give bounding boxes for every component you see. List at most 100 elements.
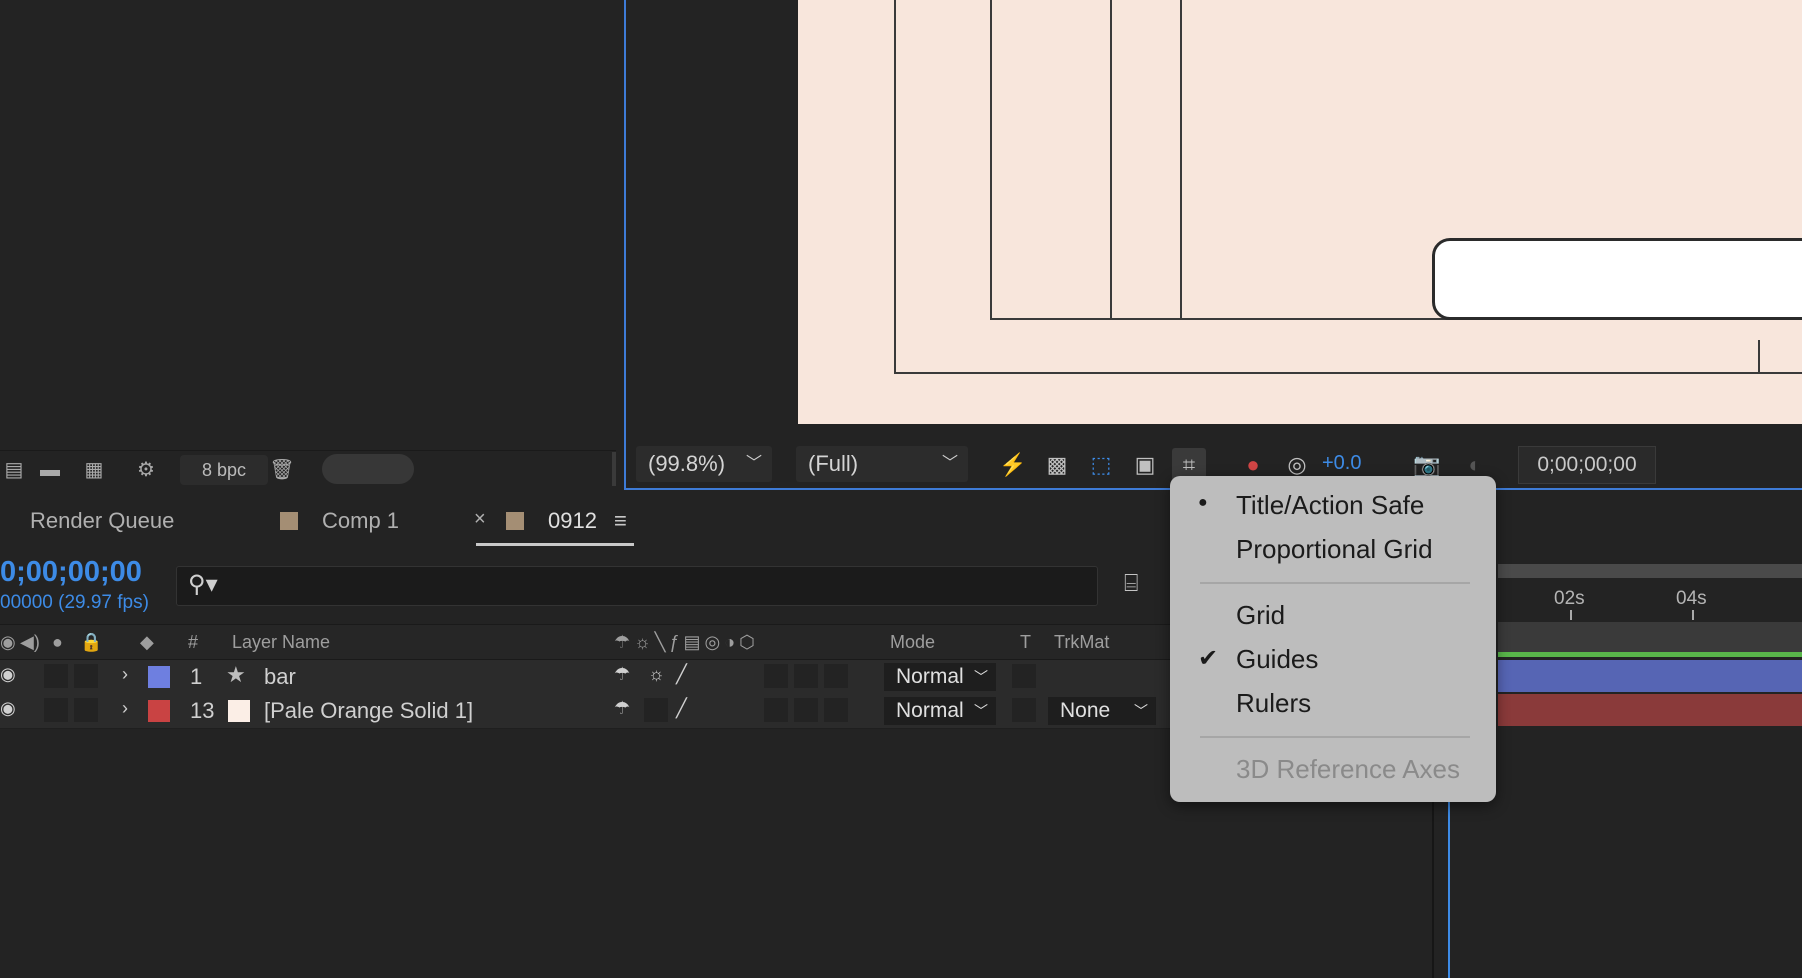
layer-search-input[interactable] [176,566,1098,606]
switch-box[interactable] [794,698,818,722]
work-area-bar[interactable] [1498,622,1802,652]
frame-rate-display: 00000 (29.97 fps) [0,592,149,613]
switch-box[interactable] [764,698,788,722]
blend-mode-value: Normal [896,665,964,688]
viewer-timecode[interactable]: 0;00;00;00 [1518,446,1656,484]
comp-swatch-icon [506,512,524,530]
chevron-down-icon: ﹀ [974,669,988,685]
chevron-right-icon[interactable]: › [122,698,128,719]
time-navigator-bar[interactable] [1498,564,1802,578]
panel-tab-bar [0,492,1802,548]
audio-toggle[interactable] [44,698,68,722]
bit-depth-button[interactable]: 8 bpc [180,455,268,485]
ruler-tick-label: 04s [1676,588,1707,609]
audio-icon[interactable]: ◀) [20,632,40,653]
ruler-tick-mark [1570,610,1572,620]
mask-path-visibility-icon[interactable]: ⬚ [1084,448,1118,482]
track-matte-dropdown[interactable]: None ﹀ [1048,697,1156,725]
switch-box[interactable] [644,698,668,722]
switch-box[interactable] [794,664,818,688]
layer-duration-bar[interactable] [1498,694,1802,726]
shy-switch-icon[interactable]: ☂ [614,698,630,719]
eye-icon[interactable]: ◉ [0,664,16,685]
magnification-dropdown[interactable]: (99.8%) ﹀ [636,446,772,482]
thumbnail-size-slider[interactable] [322,454,414,484]
layer-number: 1 [190,664,203,689]
blend-mode-value: Normal [896,699,964,722]
search-icon: ⚲▾ [188,571,218,598]
column-layer-name[interactable]: Layer Name [232,632,330,653]
new-composition-icon[interactable]: ▦ [80,458,108,482]
collapse-switch-icon[interactable]: ☼ [648,664,665,685]
trash-icon[interactable]: 🗑 [268,458,296,482]
new-folder-icon[interactable]: ▬ [36,458,64,482]
layer-duration-bar[interactable] [1498,660,1802,692]
menu-item-title-action-safe[interactable]: Title/Action Safe [1236,490,1424,521]
layer-name[interactable]: [Pale Orange Solid 1] [264,698,473,724]
lock-icon[interactable]: 🔒 [80,632,102,653]
project-scrollbar[interactable] [612,452,616,486]
audio-toggle[interactable] [44,664,68,688]
solo-toggle[interactable] [74,698,98,722]
chevron-down-icon: ﹀ [745,455,762,472]
grid-guide-options-menu: ● Title/Action Safe Proportional Grid Gr… [1170,476,1496,802]
blend-mode-dropdown[interactable]: Normal ﹀ [884,663,996,691]
label-tag-icon[interactable]: ◆ [140,632,154,653]
chevron-down-icon: ﹀ [941,455,958,472]
interpret-footage-icon[interactable]: ▤ [0,458,28,482]
column-trkmat: TrkMat [1054,632,1110,652]
rounded-rectangle-shape [1432,238,1802,320]
quality-switch-icon[interactable]: ╱ [676,698,687,719]
eye-icon[interactable]: ◉ [0,632,16,653]
menu-item-proportional-grid[interactable]: Proportional Grid [1236,534,1433,565]
tab-0912[interactable]: 0912 [548,508,597,534]
chevron-down-icon: ﹀ [974,703,988,719]
exposure-value[interactable]: +0.0 [1322,452,1361,475]
column-number: # [188,632,199,652]
magnification-value: (99.8%) [648,451,726,476]
menu-item-rulers[interactable]: Rulers [1236,688,1311,719]
menu-item-guides[interactable]: Guides [1236,644,1318,675]
solo-icon[interactable]: ● [52,632,63,653]
transparency-grid-icon[interactable]: ▩ [1040,448,1074,482]
layer-switches-icons: ☂☼╲ƒ▤◎◑⬡ [614,632,759,652]
resolution-dropdown[interactable]: (Full) ﹀ [796,446,968,482]
switch-box[interactable] [824,664,848,688]
tab-close-icon[interactable]: × [474,508,486,531]
label-color-swatch[interactable] [148,666,170,688]
panel-menu-icon[interactable]: ≡ [614,508,627,534]
region-of-interest-icon[interactable]: ▣ [1128,448,1162,482]
quality-switch-icon[interactable]: ╱ [676,664,687,685]
layer-name[interactable]: bar [264,664,296,690]
eye-icon[interactable]: ◉ [0,698,16,719]
composition-flowchart-icon[interactable]: ⌸ [1124,570,1138,598]
blend-mode-dropdown[interactable]: Normal ﹀ [884,697,996,725]
tab-comp-1[interactable]: Comp 1 [322,508,399,534]
menu-item-grid[interactable]: Grid [1236,600,1285,631]
label-color-swatch[interactable] [148,700,170,722]
switch-box[interactable] [824,698,848,722]
comp-swatch-icon [280,512,298,530]
switch-box[interactable] [764,664,788,688]
tab-render-queue[interactable]: Render Queue [30,508,174,534]
current-time-display[interactable]: 0;00;00;00 [0,556,142,589]
radio-bullet-icon: ● [1198,494,1208,511]
chevron-right-icon[interactable]: › [122,664,128,685]
project-settings-icon[interactable]: ⚙ [124,458,168,482]
preserve-transparency-toggle[interactable] [1012,664,1036,688]
menu-item-3d-reference-axes: 3D Reference Axes [1236,754,1461,784]
fast-previews-icon[interactable]: ⚡ [996,448,1030,482]
composition-canvas[interactable] [798,0,1802,424]
menu-separator [1200,582,1470,584]
ruler-tick-label: 02s [1554,588,1585,609]
column-t: T [1020,632,1031,652]
checkmark-icon: ✔ [1198,645,1219,672]
chevron-down-icon: ﹀ [1134,703,1148,719]
project-panel [0,0,616,488]
active-tab-indicator [476,543,634,546]
solo-toggle[interactable] [74,664,98,688]
menu-separator [1200,736,1470,738]
resolution-value: (Full) [808,451,859,476]
preserve-transparency-toggle[interactable] [1012,698,1036,722]
shy-switch-icon[interactable]: ☂ [614,664,630,685]
